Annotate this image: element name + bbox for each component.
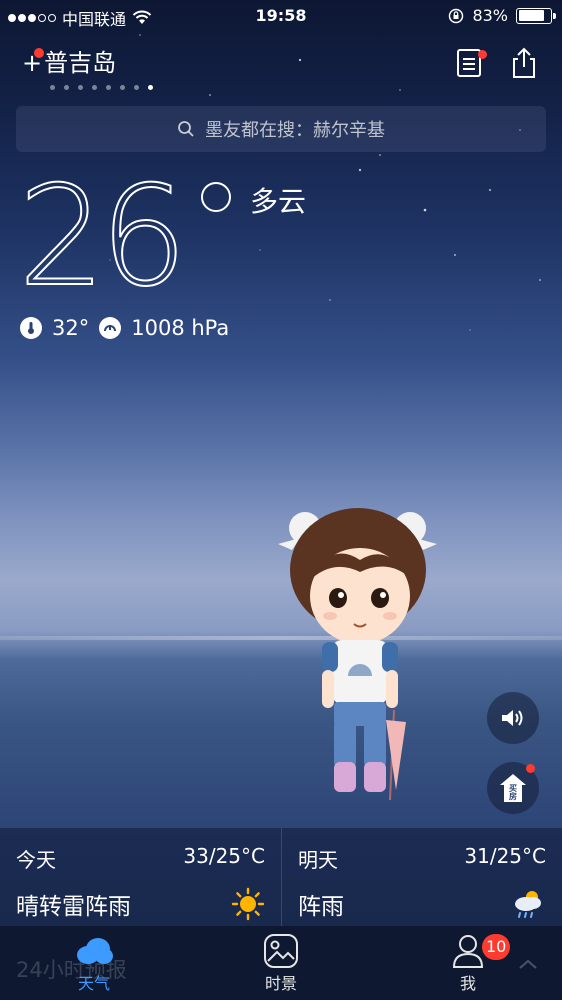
- tab-scenes-label: 时景: [264, 974, 297, 993]
- weather-character-illustration: [278, 508, 437, 801]
- page-dot: [134, 85, 139, 90]
- sun-cloud-rain-icon: [515, 891, 541, 918]
- speaker-icon: [502, 710, 523, 726]
- tab-me-label: 我: [459, 974, 476, 993]
- page-dot: [50, 85, 55, 90]
- battery-icon: [516, 7, 556, 24]
- page-dot: [120, 85, 125, 90]
- degree-symbol: [201, 182, 231, 212]
- bottom-tab-bar: 24小时预报 天气 时景 我 10: [0, 926, 562, 1000]
- page-dot: [64, 85, 69, 90]
- weather-details: 32° 1008 hPa: [20, 316, 229, 340]
- person-icon: [452, 935, 484, 968]
- notification-badge: 10: [482, 934, 511, 960]
- tab-weather[interactable]: 天气: [54, 932, 134, 994]
- pressure-gauge-icon: [99, 317, 122, 339]
- page-dot: [106, 85, 111, 90]
- news-button[interactable]: [455, 46, 489, 80]
- current-condition: 多云: [250, 185, 307, 218]
- tab-scenes[interactable]: 时景: [241, 932, 321, 994]
- status-bar: 中国联通 19:58 83%: [0, 0, 562, 34]
- search-icon: [178, 121, 194, 137]
- sound-button[interactable]: [487, 692, 539, 744]
- pressure-value: 1008 hPa: [131, 316, 230, 340]
- page-indicator: [50, 85, 153, 90]
- page-dot: [92, 85, 97, 90]
- top-bar: + 普吉岛: [0, 40, 562, 100]
- page-dot: [148, 85, 153, 90]
- search-suggestion: 墨友都在搜：赫尔辛基: [205, 120, 385, 141]
- feels-like-value: 32°: [52, 316, 90, 340]
- rotation-lock-icon: [449, 8, 464, 23]
- forecast-tomorrow[interactable]: 明天 31/25°C 阵雨: [281, 828, 562, 926]
- news-notification-dot: [478, 50, 487, 59]
- forecast-tomorrow-range: 31/25°C: [464, 844, 546, 868]
- house-notification-dot: [526, 764, 535, 773]
- share-icon: [513, 47, 535, 78]
- photo-icon: [264, 934, 298, 968]
- share-button[interactable]: [508, 46, 542, 80]
- sun-icon: [231, 887, 265, 921]
- forecast-today-condition: 晴转雷阵雨: [16, 894, 131, 920]
- forecast-tomorrow-condition: 阵雨: [298, 894, 344, 920]
- cloud-icon: [77, 938, 113, 964]
- search-bar[interactable]: 墨友都在搜：赫尔辛基: [16, 106, 546, 152]
- forecast-today-range: 33/25°C: [183, 844, 265, 868]
- thermometer-icon: [20, 317, 42, 339]
- forecast-panel: 今天 33/25°C 晴转雷阵雨 明天 31/25°C 阵雨: [0, 828, 562, 926]
- chevron-up-icon[interactable]: [518, 958, 538, 970]
- tab-me[interactable]: 我 10: [428, 932, 511, 994]
- notification-dot: [34, 48, 44, 58]
- forecast-today-label: 今天: [16, 848, 56, 872]
- add-city-button[interactable]: + 普吉岛: [22, 48, 116, 76]
- current-temperature: 26: [17, 156, 189, 317]
- tab-weather-label: 天气: [77, 974, 110, 993]
- house-icon: 买 房: [500, 774, 526, 802]
- city-name[interactable]: 普吉岛: [44, 50, 116, 76]
- forecast-tomorrow-label: 明天: [298, 848, 338, 872]
- forecast-today[interactable]: 今天 33/25°C 晴转雷阵雨: [0, 828, 281, 926]
- buy-house-button[interactable]: 买 房: [487, 762, 539, 814]
- page-dot: [78, 85, 83, 90]
- house-label-bottom: 房: [509, 791, 517, 801]
- battery-percent: 83%: [472, 6, 508, 25]
